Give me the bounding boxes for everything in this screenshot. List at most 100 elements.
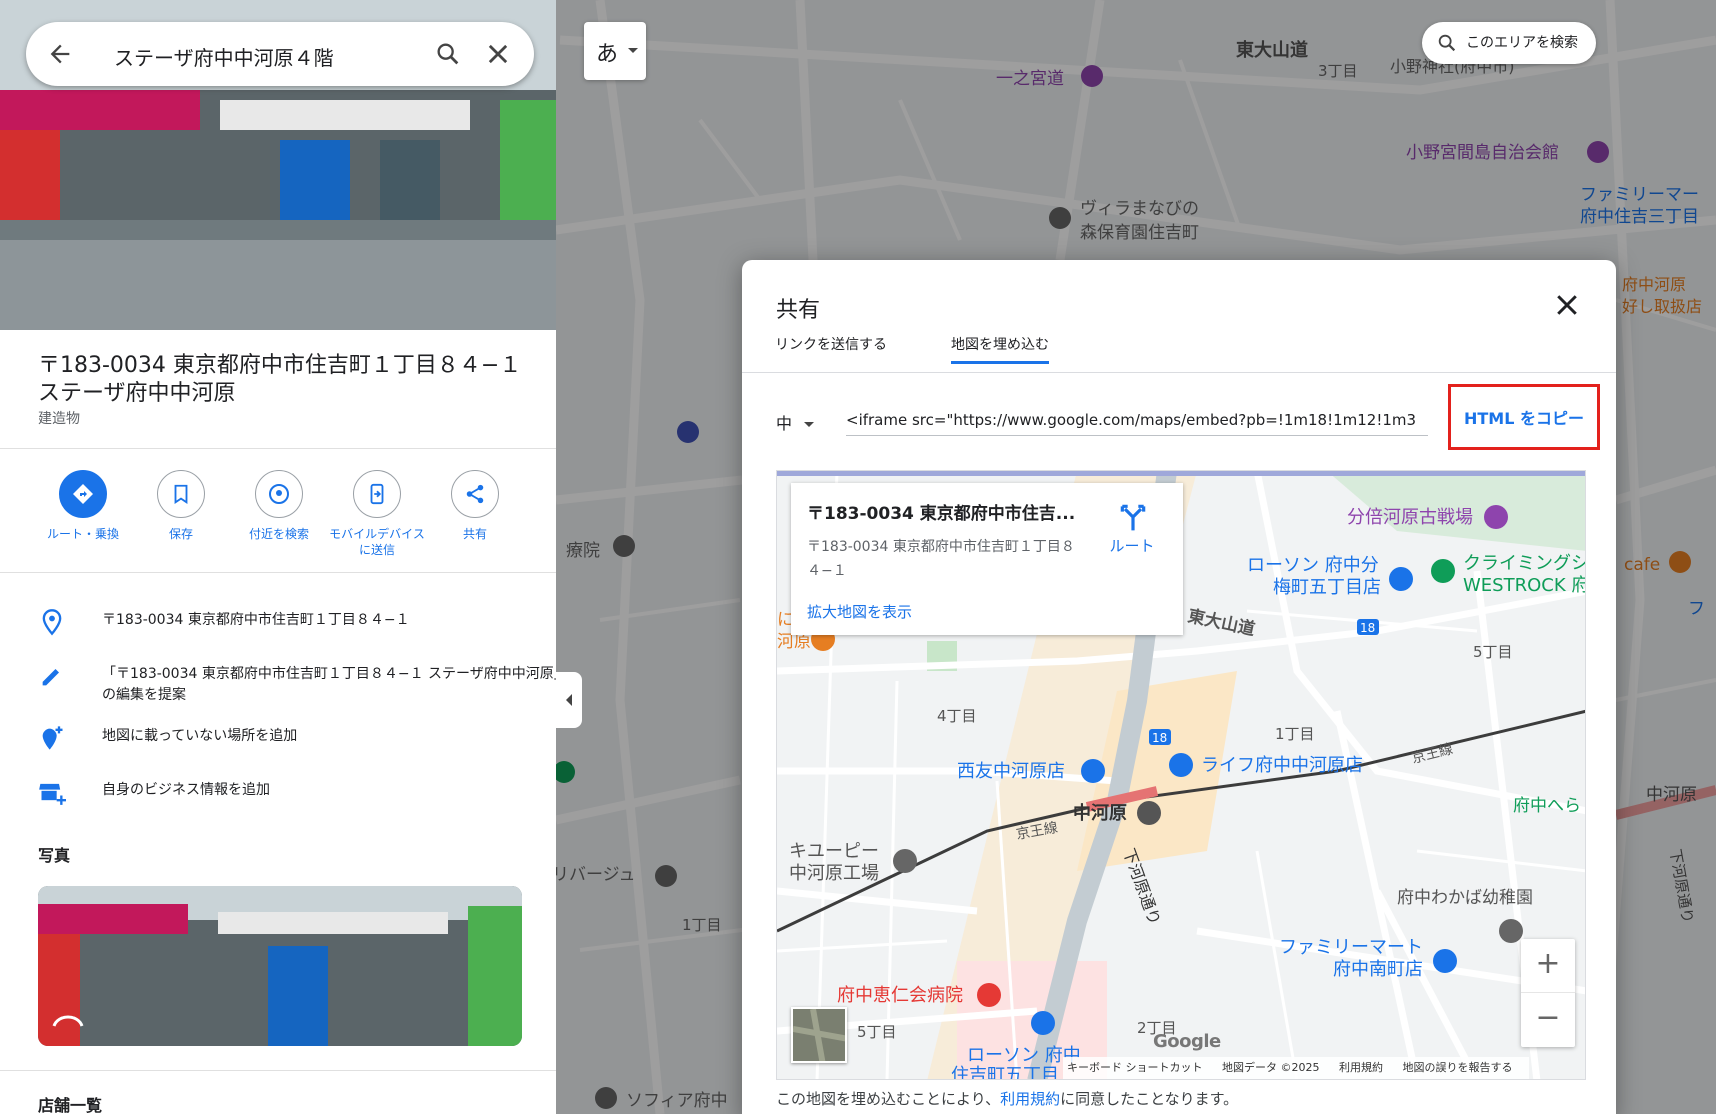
preview-label-climbing2: WESTROCK 府 — [1463, 575, 1586, 596]
preview-poi-lawson1 — [1389, 567, 1413, 591]
preview-route-18: 18 — [1360, 621, 1375, 635]
preview-label-kewpie: キユーピー — [789, 841, 879, 862]
preview-poi-jinkai — [977, 983, 1001, 1007]
location-pin-icon — [42, 609, 62, 636]
tabs-divider — [742, 372, 1616, 373]
satellite-layer-toggle[interactable] — [791, 1007, 847, 1063]
preview-poi-nishitomo — [1081, 759, 1105, 783]
preview-poi-kewpie — [893, 849, 917, 873]
photo-thumbnail[interactable] — [38, 886, 522, 1046]
save-label: 保存 — [168, 527, 193, 541]
preview-route-18-2: 18 — [1152, 731, 1167, 745]
report-error-link[interactable]: 地図の誤りを報告する — [1403, 1061, 1513, 1074]
divider — [0, 448, 556, 449]
tab-embed-map[interactable]: 地図を埋め込む — [951, 334, 1049, 364]
preview-label-wakaba: 府中わかば幼稚園 — [1397, 888, 1533, 908]
save-button[interactable]: 保存 — [131, 470, 231, 542]
search-icon[interactable] — [434, 40, 462, 68]
directions-icon[interactable] — [1117, 501, 1149, 533]
place-info-card: 〒183-0034 東京都府中市住吉... 〒183-0034 東京都府中市住吉… — [791, 483, 1183, 635]
terms-link[interactable]: 利用規約 — [1339, 1061, 1383, 1074]
photos-heading: 写真 — [38, 846, 71, 865]
larger-map-link[interactable]: 拡大地図を表示 — [807, 601, 912, 622]
embed-code-field[interactable] — [846, 404, 1428, 436]
back-arrow-icon[interactable] — [46, 40, 74, 68]
add-business-text: 自身のビジネス情報を追加 — [102, 782, 270, 798]
zoom-controls: + − — [1521, 939, 1575, 1047]
close-icon[interactable] — [484, 40, 512, 68]
search-box[interactable]: ステーザ府中中河原４階 — [26, 22, 534, 86]
google-logo: Google — [1153, 1031, 1221, 1052]
address-text: 〒183-0034 東京都府中市住吉町１丁目８４−１ — [102, 612, 410, 628]
preview-label-fuchu-he: 府中へら — [1513, 796, 1581, 816]
info-card-title: 〒183-0034 東京都府中市住吉... — [807, 504, 1076, 524]
search-query[interactable]: ステーザ府中中河原４階 — [114, 42, 334, 71]
dialog-title: 共有 — [776, 298, 821, 323]
preview-poi-family — [1433, 949, 1457, 973]
bookmark-icon — [174, 484, 188, 504]
map-attribution: キーボード ショートカット 地図データ ©2025 利用規約 地図の誤りを報告す… — [1063, 1057, 1529, 1079]
copy-html-button[interactable]: HTML をコピー — [1448, 384, 1600, 450]
terms-prefix: この地図を埋め込むことにより、 — [776, 1090, 1001, 1108]
info-card-address: 〒183-0034 東京都府中市住吉町１丁目８４−１ — [807, 539, 1075, 579]
share-dialog: 共有 リンクを送信する 地図を埋め込む 中 HTML をコピー — [742, 260, 1616, 1114]
keyboard-shortcuts-link[interactable]: キーボード ショートカット — [1067, 1061, 1203, 1074]
preview-label-nakagawara: 中河原 — [1073, 802, 1127, 824]
preview-poi-climbing — [1431, 559, 1455, 583]
nearby-button[interactable]: 付近を検索 — [229, 470, 329, 542]
chevron-down-icon — [628, 48, 638, 53]
size-value: 中 — [776, 414, 793, 433]
send-to-device-label: モバイルデバイスに送信 — [329, 527, 425, 557]
size-select[interactable]: 中 — [776, 410, 815, 434]
terms-note: この地図を埋め込むことにより、利用規約に同意したことなります。 — [776, 1088, 1238, 1109]
close-icon[interactable] — [1552, 290, 1582, 320]
preview-poi-bunbai — [1484, 505, 1508, 529]
chevron-left-icon — [566, 694, 572, 706]
preview-label-chome1: 1丁目 — [1275, 725, 1315, 743]
preview-label-family2: 府中南町店 — [1333, 959, 1423, 980]
nearby-label: 付近を検索 — [248, 527, 309, 541]
zoom-out-button[interactable]: − — [1521, 993, 1575, 1047]
send-to-device-button[interactable]: モバイルデバイスに送信 — [327, 470, 427, 558]
ime-toggle[interactable]: あ — [584, 22, 646, 80]
pencil-icon — [42, 669, 59, 686]
preview-poi-wakaba — [1499, 919, 1523, 943]
preview-label-nishitomo: 西友中河原店 — [957, 761, 1065, 782]
search-this-area-button[interactable]: このエリアを検索 — [1422, 22, 1596, 64]
preview-label-chome5: 5丁目 — [1473, 643, 1513, 661]
place-panel: ステーザ府中中河原４階 〒183-0034 東京都府中市住吉町１丁目８４−１ ス… — [0, 0, 556, 1114]
share-label: 共有 — [462, 527, 487, 541]
embed-map-preview[interactable]: 分倍河原古戦場 ローソン 府中分 梅町五丁目店 クライミングシ WESTROCK… — [776, 470, 1586, 1080]
zoom-in-button[interactable]: + — [1521, 939, 1575, 993]
preview-poi-lawson2 — [1031, 1011, 1055, 1035]
directions-button[interactable]: ルート・乗換 — [33, 470, 133, 542]
preview-label-lawson1: ローソン 府中分 — [1247, 555, 1379, 576]
preview-label-life: ライフ府中中河原店 — [1201, 755, 1363, 776]
map-data-copyright: 地図データ ©2025 — [1222, 1061, 1320, 1074]
preview-label-lawson1b: 梅町五丁目店 — [1273, 577, 1381, 598]
preview-label-family: ファミリーマート — [1279, 937, 1423, 958]
send-to-phone-icon — [370, 483, 384, 505]
place-category: 建造物 — [38, 411, 80, 427]
suggest-edit-text: 「〒183-0034 東京都府中市住吉町１丁目８４−１ ステーザ府中中河原」の編… — [102, 666, 556, 703]
terms-suffix: に同意したことなります。 — [1060, 1090, 1239, 1108]
ime-key: あ — [596, 42, 619, 67]
share-icon — [466, 484, 484, 504]
chevron-down-icon — [804, 422, 815, 427]
terms-of-service-link[interactable]: 利用規約 — [1000, 1090, 1060, 1108]
collapse-panel-button[interactable] — [556, 672, 582, 728]
add-place-text: 地図に載っていない場所を追加 — [102, 728, 298, 744]
preview-poi-station — [1137, 801, 1161, 825]
divider — [0, 1070, 556, 1071]
preview-label-climbing: クライミングシ — [1463, 553, 1586, 574]
divider — [0, 572, 556, 573]
share-button[interactable]: 共有 — [425, 470, 525, 542]
preview-label-chome4: 4丁目 — [937, 707, 977, 725]
preview-label-jinkai: 府中恵仁会病院 — [837, 985, 963, 1006]
route-link[interactable]: ルート — [1097, 535, 1167, 556]
add-place-icon — [42, 726, 63, 750]
search-icon — [1438, 34, 1456, 52]
tab-send-link[interactable]: リンクを送信する — [775, 334, 887, 364]
preview-label-lawson2b: 住吉町五丁目 — [951, 1065, 1059, 1080]
preview-poi-life — [1169, 753, 1193, 777]
